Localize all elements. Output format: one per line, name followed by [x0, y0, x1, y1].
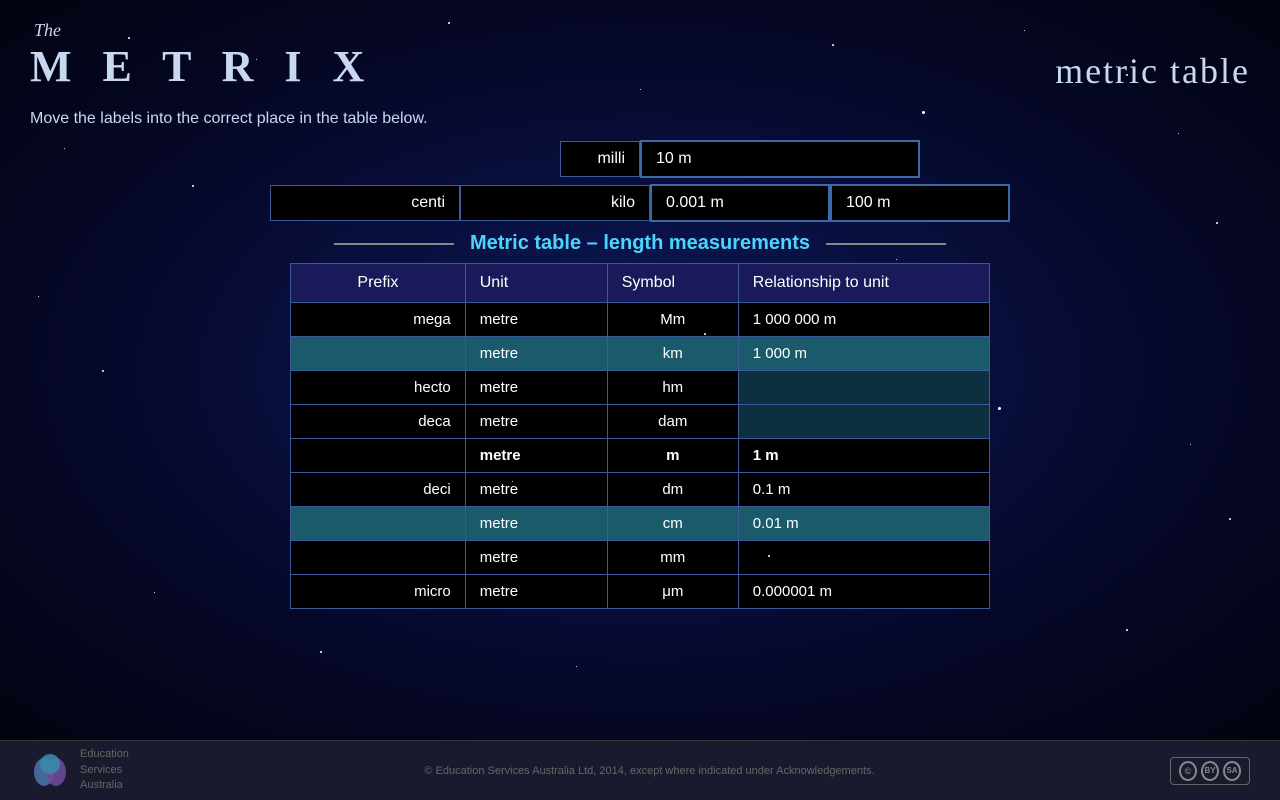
col-header-relation: Relationship to unit — [738, 264, 989, 303]
cc-badge: © BY SA — [1170, 757, 1250, 785]
cell-relation — [738, 405, 989, 439]
cell-relation: 0.000001 m — [738, 575, 989, 609]
title-line-right — [826, 243, 946, 245]
cell-symbol: m — [607, 439, 738, 473]
table-row: metre km 1 000 m — [291, 337, 990, 371]
by-icon: BY — [1201, 761, 1219, 781]
cell-symbol: μm — [607, 575, 738, 609]
metric-table: Prefix Unit Symbol Relationship to unit … — [290, 263, 990, 609]
cell-prefix: micro — [291, 575, 466, 609]
drag-label-milli[interactable]: milli — [560, 141, 640, 177]
table-row: metre mm — [291, 541, 990, 575]
drop-box-100m[interactable]: 100 m — [830, 184, 1010, 222]
footer-copyright: © Education Services Australia Ltd, 2014… — [129, 765, 1170, 777]
cell-prefix: mega — [291, 303, 466, 337]
cell-relation: 0.01 m — [738, 507, 989, 541]
cell-symbol: cm — [607, 507, 738, 541]
cell-unit: metre — [465, 575, 607, 609]
drop-box-10m[interactable]: 10 m — [640, 140, 920, 178]
cell-prefix: deci — [291, 473, 466, 507]
cell-symbol: dam — [607, 405, 738, 439]
title-line-left — [334, 243, 454, 245]
cell-relation: 1 000 000 m — [738, 303, 989, 337]
cell-prefix: hecto — [291, 371, 466, 405]
cell-prefix — [291, 507, 466, 541]
drag-area: milli 10 m centi kilo 0.001 m 100 m — [0, 140, 1280, 222]
cell-unit: metre — [465, 337, 607, 371]
cell-relation: 1 000 m — [738, 337, 989, 371]
cell-relation — [738, 371, 989, 405]
footer-logo: EducationServicesAustralia — [30, 747, 129, 793]
drag-row-1: milli 10 m — [30, 140, 1250, 178]
cell-unit: metre — [465, 507, 607, 541]
cell-unit: metre — [465, 303, 607, 337]
cc-icon: © — [1179, 761, 1197, 781]
metric-table-title-row: Metric table – length measurements — [30, 232, 1250, 255]
header: The M E T R I X metric table — [0, 0, 1280, 102]
cell-prefix — [291, 337, 466, 371]
cell-symbol: km — [607, 337, 738, 371]
logo-the: The — [34, 20, 374, 41]
col-header-unit: Unit — [465, 264, 607, 303]
cell-symbol: hm — [607, 371, 738, 405]
cell-relation — [738, 541, 989, 575]
table-row: deca metre dam — [291, 405, 990, 439]
metric-table-title: Metric table – length measurements — [470, 232, 810, 255]
drag-label-kilo[interactable]: kilo — [460, 185, 650, 221]
logo-metrix: M E T R I X — [30, 41, 374, 92]
cell-unit: metre — [465, 473, 607, 507]
drop-box-0001m[interactable]: 0.001 m — [650, 184, 830, 222]
table-row: micro metre μm 0.000001 m — [291, 575, 990, 609]
cell-unit: metre — [465, 541, 607, 575]
page-title: metric table — [1055, 50, 1250, 92]
cell-prefix: deca — [291, 405, 466, 439]
sa-icon: SA — [1223, 761, 1241, 781]
esa-logo-icon — [30, 750, 70, 790]
cell-relation: 1 m — [738, 439, 989, 473]
logo-area: The M E T R I X — [30, 20, 374, 92]
footer-org-name: EducationServicesAustralia — [80, 747, 129, 793]
table-row: metre m 1 m — [291, 439, 990, 473]
cell-symbol: Mm — [607, 303, 738, 337]
cell-unit: metre — [465, 405, 607, 439]
cell-relation: 0.1 m — [738, 473, 989, 507]
cell-unit: metre — [465, 371, 607, 405]
table-header-row: Prefix Unit Symbol Relationship to unit — [291, 264, 990, 303]
drag-row-2: centi kilo 0.001 m 100 m — [30, 184, 1250, 222]
cell-symbol: mm — [607, 541, 738, 575]
footer: EducationServicesAustralia © Education S… — [0, 740, 1280, 800]
table-row: metre cm 0.01 m — [291, 507, 990, 541]
table-row: deci metre dm 0.1 m — [291, 473, 990, 507]
main-area: The M E T R I X metric table Move the la… — [0, 0, 1280, 740]
metric-table-section: Metric table – length measurements Prefi… — [0, 232, 1280, 609]
cell-symbol: dm — [607, 473, 738, 507]
table-row: mega metre Mm 1 000 000 m — [291, 303, 990, 337]
col-header-prefix: Prefix — [291, 264, 466, 303]
cell-prefix — [291, 439, 466, 473]
cell-prefix — [291, 541, 466, 575]
table-row: hecto metre hm — [291, 371, 990, 405]
cell-unit: metre — [465, 439, 607, 473]
drag-label-centi[interactable]: centi — [270, 185, 460, 221]
col-header-symbol: Symbol — [607, 264, 738, 303]
instruction-text: Move the labels into the correct place i… — [0, 102, 1280, 140]
